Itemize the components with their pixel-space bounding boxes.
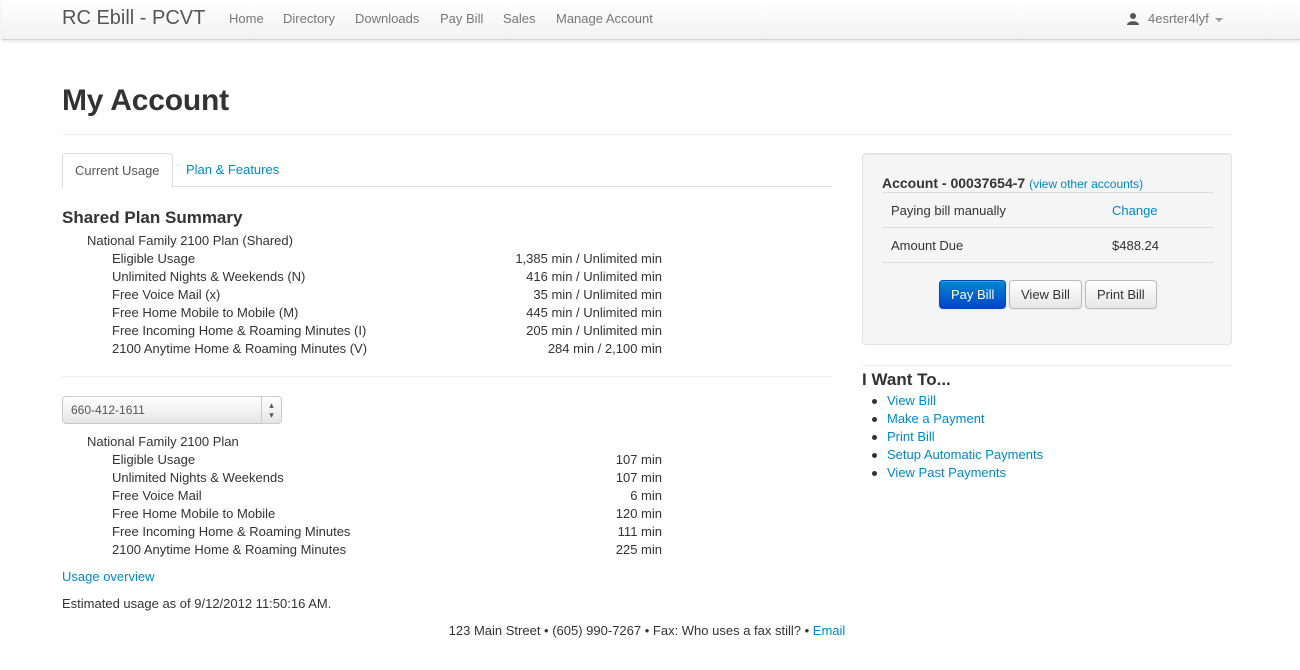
username: 4esrter4lyf	[1148, 11, 1209, 26]
phone-line-select[interactable]: 660-412-1611 ▴ ▾	[62, 396, 282, 424]
usage-value: 416 min / Unlimited min	[526, 269, 662, 284]
footer-contact-text: 123 Main Street • (605) 990-7267 • Fax: …	[448, 623, 810, 638]
amount-due-row: Amount Due $488.24	[883, 227, 1213, 262]
usage-label: Eligible Usage	[112, 452, 196, 467]
print-bill-button[interactable]: Print Bill	[1085, 280, 1157, 309]
estimate-text: Estimated usage as of 9/12/2012 11:50:16…	[62, 596, 332, 611]
bullet-icon	[872, 453, 877, 458]
usage-value: 6 min	[630, 488, 662, 503]
make-payment-link[interactable]: Make a Payment	[887, 411, 985, 426]
usage-value: 445 min / Unlimited min	[526, 305, 662, 320]
setup-automatic-payments-link[interactable]: Setup Automatic Payments	[887, 447, 1043, 462]
shared-usage-row: Unlimited Nights & Weekends (N) 416 min …	[112, 269, 662, 287]
usage-label: Free Incoming Home & Roaming Minutes (I)	[112, 323, 367, 338]
user-menu[interactable]: 4esrter4lyf	[1126, 11, 1223, 26]
bullet-icon	[872, 435, 877, 440]
account-panel: Account - 00037654-7 (view other account…	[862, 153, 1232, 345]
change-link[interactable]: Change	[1112, 203, 1158, 218]
usage-value: 35 min / Unlimited min	[533, 287, 662, 302]
nav-directory[interactable]: Directory	[283, 11, 335, 26]
list-item: Print Bill	[872, 429, 1043, 447]
usage-label: Free Home Mobile to Mobile	[112, 506, 276, 521]
i-want-to-list: View Bill Make a Payment Print Bill Setu…	[872, 393, 1043, 483]
usage-label: Free Voice Mail	[112, 488, 202, 503]
usage-value: 107 min	[615, 452, 662, 467]
usage-value: 120 min	[615, 506, 662, 521]
tab-bar: Current Usage Plan & Features	[62, 153, 832, 188]
line-usage-row: Free Home Mobile to Mobile 120 min	[112, 506, 662, 524]
view-other-accounts-link[interactable]: (view other accounts)	[1029, 177, 1143, 191]
top-navbar: RC Ebill - PCVT Home Directory Downloads…	[2, 0, 1300, 40]
divider	[62, 376, 832, 377]
list-item: Make a Payment	[872, 411, 1043, 429]
usage-label: Free Home Mobile to Mobile (M)	[112, 305, 299, 320]
line-usage-row: Free Voice Mail 6 min	[112, 488, 662, 506]
chevron-down-icon	[1214, 17, 1223, 22]
usage-label: Eligible Usage	[112, 251, 196, 266]
usage-value: 225 min	[615, 542, 662, 557]
line-usage-row: Unlimited Nights & Weekends 107 min	[112, 470, 662, 488]
shared-usage-row: Eligible Usage 1,385 min / Unlimited min	[112, 251, 662, 269]
pay-bill-button[interactable]: Pay Bill	[939, 280, 1007, 309]
tab-plan-features[interactable]: Plan & Features	[174, 153, 291, 187]
bullet-icon	[872, 399, 877, 404]
amount-due-value: $488.24	[1112, 238, 1159, 253]
list-item: Setup Automatic Payments	[872, 447, 1043, 465]
usage-label: Free Incoming Home & Roaming Minutes	[112, 524, 351, 539]
bullet-icon	[872, 417, 877, 422]
email-link[interactable]: Email	[813, 623, 846, 638]
list-item: View Bill	[872, 393, 1043, 411]
line-usage-row: Eligible Usage 107 min	[112, 452, 662, 470]
shared-plan-summary-title: Shared Plan Summary	[62, 208, 243, 227]
usage-value: 1,385 min / Unlimited min	[515, 251, 662, 266]
usage-value: 111 min	[617, 524, 662, 539]
brand-logo[interactable]: RC Ebill - PCVT	[62, 7, 205, 30]
selected-phone-number: 660-412-1611	[71, 403, 145, 417]
usage-label: 2100 Anytime Home & Roaming Minutes	[112, 542, 347, 557]
usage-overview-link[interactable]: Usage overview	[62, 569, 155, 584]
line-usage-row: 2100 Anytime Home & Roaming Minutes 225 …	[112, 542, 662, 560]
view-bill-link[interactable]: View Bill	[887, 393, 936, 408]
billing-method-row: Paying bill manually Change	[883, 192, 1213, 227]
i-want-to-title: I Want To...	[862, 370, 951, 389]
billing-method-label: Paying bill manually	[891, 203, 1006, 218]
user-icon	[1126, 12, 1140, 26]
shared-usage-row: 2100 Anytime Home & Roaming Minutes (V) …	[112, 341, 662, 359]
nav-sales[interactable]: Sales	[503, 11, 536, 26]
divider	[883, 262, 1213, 263]
divider	[62, 134, 1232, 135]
tab-current-usage[interactable]: Current Usage	[62, 153, 173, 188]
list-item: View Past Payments	[872, 465, 1043, 483]
nav-pay-bill[interactable]: Pay Bill	[440, 11, 483, 26]
line-plan-name: National Family 2100 Plan	[87, 434, 239, 449]
shared-usage-row: Free Voice Mail (x) 35 min / Unlimited m…	[112, 287, 662, 305]
shared-plan-name: National Family 2100 Plan (Shared)	[87, 233, 293, 248]
nav-downloads[interactable]: Downloads	[355, 11, 419, 26]
shared-usage-row: Free Home Mobile to Mobile (M) 445 min /…	[112, 305, 662, 323]
usage-value: 107 min	[615, 470, 662, 485]
usage-value: 205 min / Unlimited min	[526, 323, 662, 338]
usage-label: Unlimited Nights & Weekends (N)	[112, 269, 306, 284]
nav-home[interactable]: Home	[229, 11, 264, 26]
line-usage-row: Free Incoming Home & Roaming Minutes 111…	[112, 524, 662, 542]
divider	[862, 365, 1232, 366]
usage-label: Free Voice Mail (x)	[112, 287, 221, 302]
usage-label: 2100 Anytime Home & Roaming Minutes (V)	[112, 341, 368, 356]
page-title: My Account	[62, 84, 229, 117]
bullet-icon	[872, 471, 877, 476]
select-arrows-icon: ▴ ▾	[261, 397, 281, 423]
view-past-payments-link[interactable]: View Past Payments	[887, 465, 1006, 480]
usage-label: Unlimited Nights & Weekends	[112, 470, 284, 485]
print-bill-link[interactable]: Print Bill	[887, 429, 935, 444]
nav-manage-account[interactable]: Manage Account	[556, 11, 653, 26]
account-number: Account - 00037654-7	[882, 175, 1026, 191]
amount-due-label: Amount Due	[891, 238, 964, 253]
account-heading: Account - 00037654-7 (view other account…	[882, 175, 1143, 191]
footer: 123 Main Street • (605) 990-7267 • Fax: …	[0, 623, 1294, 638]
view-bill-button[interactable]: View Bill	[1009, 280, 1082, 309]
usage-value: 284 min / 2,100 min	[547, 341, 662, 356]
shared-usage-row: Free Incoming Home & Roaming Minutes (I)…	[112, 323, 662, 341]
